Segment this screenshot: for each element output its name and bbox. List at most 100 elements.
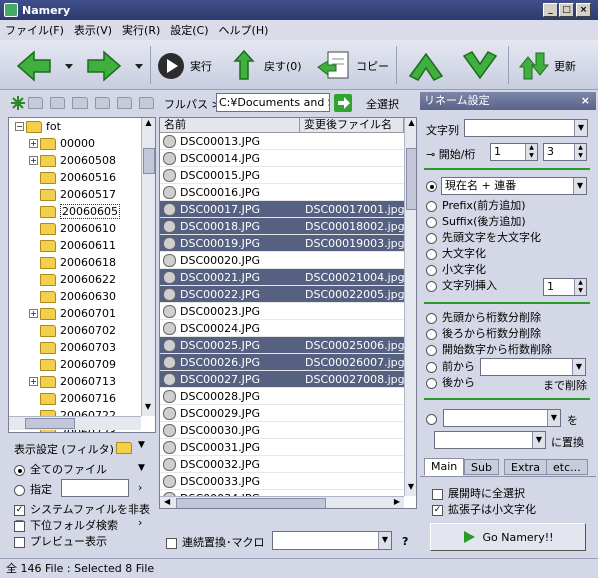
tab-main[interactable]: Main <box>424 458 465 476</box>
network-icon[interactable] <box>10 95 25 111</box>
spinner-arrows-icon[interactable]: ▲ ▼ <box>574 144 586 160</box>
file-row[interactable]: DSC00018.JPG DSC00018002.jpg <box>160 218 405 235</box>
forward-button[interactable] <box>84 46 124 86</box>
menu-run[interactable]: 実行(R) <box>117 22 165 38</box>
refresh-button[interactable]: 更新 <box>518 46 576 86</box>
expand-icon[interactable]: + <box>29 309 38 318</box>
preview-checkbox[interactable]: プレビュー表示 <box>14 533 107 549</box>
chevron-down-icon[interactable]: ▼ <box>138 463 145 473</box>
menu-file[interactable]: ファイル(F) <box>0 22 69 38</box>
macro-checkbox[interactable]: 連続置換･マクロ <box>166 534 265 550</box>
tree-item[interactable]: 20060618 <box>29 254 116 271</box>
tree-hscroll[interactable] <box>9 416 141 430</box>
folder-shortcut-icon[interactable] <box>94 97 110 109</box>
file-row[interactable]: DSC00025.JPG DSC00025006.jpg <box>160 337 405 354</box>
file-row[interactable]: DSC00017.JPG DSC00017001.jpg <box>160 201 405 218</box>
close-panel-icon[interactable]: × <box>581 92 590 110</box>
scroll-right-icon[interactable]: ▶ <box>394 497 400 506</box>
expand-all-checkbox[interactable]: 展開時に全選択 <box>432 485 525 501</box>
file-row[interactable]: DSC00014.JPG <box>160 150 404 167</box>
folder-shortcut-icon[interactable] <box>72 97 88 109</box>
folder-shortcut-icon[interactable] <box>116 97 132 109</box>
option-uppercase[interactable]: 大文字化 <box>426 246 486 262</box>
tab-extra[interactable]: Extra <box>504 459 548 475</box>
file-row[interactable]: DSC00027.JPG DSC00027008.jpg <box>160 371 405 388</box>
file-row[interactable]: DSC00026.JPG DSC00026007.jpg <box>160 354 405 371</box>
tree-item[interactable]: +20060713 <box>29 373 116 390</box>
expand-icon[interactable]: + <box>29 156 38 165</box>
file-row[interactable]: DSC00023.JPG <box>160 303 404 320</box>
scroll-down-icon[interactable]: ▼ <box>405 482 416 496</box>
folder-shortcut-icon[interactable] <box>50 97 66 109</box>
replace-to-select[interactable]: ▼ <box>434 431 546 449</box>
delete-from-front[interactable]: 前から <box>426 359 475 375</box>
digits-spinner[interactable]: 3 ▲ ▼ <box>543 143 587 161</box>
delete-head[interactable]: 先頭から桁数分削除 <box>426 310 541 326</box>
expand-icon[interactable]: + <box>29 139 38 148</box>
tree-item[interactable]: +00000 <box>29 135 95 152</box>
back-dropdown[interactable] <box>64 46 74 86</box>
chevron-right-icon[interactable]: › <box>138 516 142 529</box>
tree-item[interactable]: 20060517 <box>29 186 116 203</box>
copy-button[interactable]: コピー <box>316 46 389 86</box>
tree-item[interactable]: 20060622 <box>29 271 116 288</box>
file-row[interactable]: DSC00015.JPG <box>160 167 404 184</box>
subfolder-checkbox[interactable]: 下位フォルダ検索 <box>14 517 118 533</box>
folder-open-icon[interactable] <box>116 442 132 454</box>
back-button[interactable] <box>14 46 54 86</box>
tree-hscroll-thumb[interactable] <box>25 418 75 429</box>
move-down-button[interactable] <box>460 46 500 86</box>
folder-shortcut-icon[interactable] <box>138 97 154 109</box>
file-vscroll[interactable]: ▲ ▼ <box>404 118 416 496</box>
tab-etc[interactable]: etc... <box>546 459 588 475</box>
chevron-right-icon[interactable]: › <box>138 481 142 494</box>
minimize-button[interactable]: _ <box>543 3 558 17</box>
start-spinner[interactable]: 1 ▲ ▼ <box>490 143 538 161</box>
all-files-radio[interactable]: 全てのファイル <box>14 461 107 477</box>
select-all-button[interactable]: 全選択 <box>366 96 399 112</box>
file-row[interactable]: DSC00022.JPG DSC00022005.jpg <box>160 286 405 303</box>
mode-select[interactable]: 現在名 + 連番 ▼ <box>441 177 587 195</box>
spinner-arrows-icon[interactable]: ▲ ▼ <box>574 279 586 295</box>
undo-button[interactable]: 戻す(0) <box>232 46 302 86</box>
path-input[interactable]: C:¥Documents and Se <box>216 93 330 112</box>
tree-item[interactable]: 20060709 <box>29 356 116 373</box>
scroll-up-icon[interactable]: ▲ <box>142 118 155 132</box>
option-lowercase[interactable]: 小文字化 <box>426 262 486 278</box>
delete-tail[interactable]: 後ろから桁数分削除 <box>426 326 541 342</box>
insert-spinner[interactable]: 1 ▲ ▼ <box>543 278 587 296</box>
menu-settings[interactable]: 設定(C) <box>165 22 213 38</box>
option-insert[interactable]: 文字列挿入 <box>426 278 497 294</box>
close-button[interactable]: × <box>576 3 591 17</box>
delete-from-back[interactable]: 後から <box>426 375 475 391</box>
ext-lower-checkbox[interactable]: ✓ 拡張子は小文字化 <box>432 501 536 517</box>
file-row[interactable]: DSC00028.JPG <box>160 388 404 405</box>
filter-pattern-input[interactable] <box>61 479 129 497</box>
maximize-button[interactable]: □ <box>559 3 574 17</box>
tree-item[interactable]: 20060703 <box>29 339 116 356</box>
tree-item[interactable]: +20060701 <box>29 305 116 322</box>
file-row[interactable]: DSC00019.JPG DSC00019003.jpg <box>160 235 405 252</box>
scroll-up-icon[interactable]: ▲ <box>405 118 416 132</box>
file-row[interactable]: DSC00029.JPG <box>160 405 404 422</box>
file-row[interactable]: DSC00013.JPG <box>160 133 404 150</box>
delete-front-select[interactable]: ▼ <box>480 358 586 376</box>
tree-root[interactable]: − fot <box>15 118 61 135</box>
tree-item[interactable]: 20060516 <box>29 169 116 186</box>
tree-vscroll[interactable]: ▲ ▼ <box>141 118 155 416</box>
delete-from-start[interactable]: 開始数字から桁数削除 <box>426 342 552 358</box>
file-row[interactable]: DSC00024.JPG <box>160 320 404 337</box>
file-hscroll-thumb[interactable] <box>176 498 326 508</box>
option-capitalize[interactable]: 先頭文字を大文字化 <box>426 230 541 246</box>
go-arrow-icon[interactable] <box>334 94 352 112</box>
text-input[interactable]: ▼ <box>464 119 588 137</box>
file-row[interactable]: DSC00021.JPG DSC00021004.jpg <box>160 269 405 286</box>
file-row[interactable]: DSC00016.JPG <box>160 184 404 201</box>
tree-item[interactable]: 20060610 <box>29 220 116 237</box>
collapse-icon[interactable]: − <box>15 122 24 131</box>
help-button[interactable]: ? <box>402 535 408 548</box>
run-button[interactable]: 実行 <box>156 46 212 86</box>
tree-item[interactable]: 20060605 <box>29 203 120 220</box>
tree-item[interactable]: 20060630 <box>29 288 116 305</box>
file-row[interactable]: DSC00033.JPG <box>160 473 404 490</box>
